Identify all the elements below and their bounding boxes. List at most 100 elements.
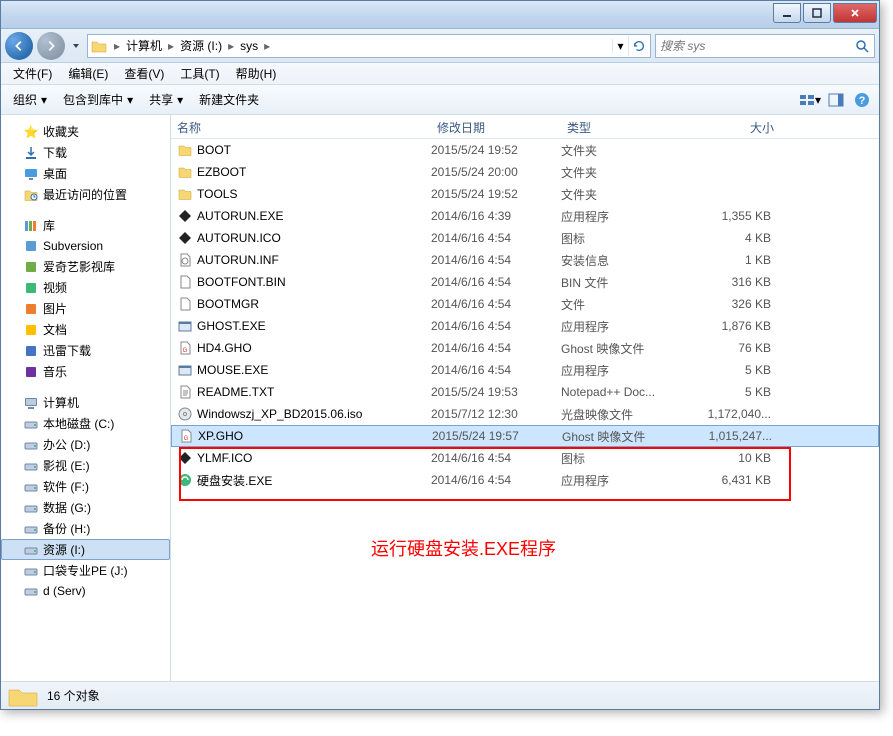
sidebar-item-drive[interactable]: 备份 (H:) — [1, 518, 170, 539]
file-size: 10 KB — [681, 451, 781, 465]
minimize-button[interactable] — [773, 3, 801, 23]
col-name[interactable]: 名称 — [171, 115, 431, 138]
nav-icon — [23, 301, 39, 317]
file-row[interactable]: BOOTFONT.BIN 2014/6/16 4:54 BIN 文件 316 K… — [171, 271, 879, 293]
file-row[interactable]: BOOT 2015/5/24 19:52 文件夹 — [171, 139, 879, 161]
drive-icon — [23, 479, 39, 495]
sidebar-item[interactable]: 图片 — [1, 298, 170, 319]
crumb-drive[interactable]: 资源 (I:) — [176, 37, 226, 54]
search-input[interactable] — [660, 39, 854, 53]
address-dropdown[interactable]: ▾ — [612, 39, 628, 53]
libraries-header[interactable]: 库 — [1, 215, 170, 236]
nav-pane[interactable]: ⭐收藏夹 下载桌面最近访问的位置 库 Subversion爱奇艺影视库视频图片文… — [1, 115, 171, 681]
col-size[interactable]: 大小 — [681, 115, 781, 138]
sidebar-item[interactable]: 桌面 — [1, 163, 170, 184]
sidebar-item-drive[interactable]: 本地磁盘 (C:) — [1, 413, 170, 434]
sidebar-item-drive[interactable]: 数据 (G:) — [1, 497, 170, 518]
file-row[interactable]: GXP.GHO 2015/5/24 19:57 Ghost 映像文件 1,015… — [171, 425, 879, 447]
share-button[interactable]: 共享 ▾ — [141, 87, 191, 112]
nav-icon — [23, 145, 39, 161]
file-icon — [177, 384, 193, 400]
col-type[interactable]: 类型 — [561, 115, 681, 138]
sidebar-item[interactable]: 文档 — [1, 319, 170, 340]
refresh-button[interactable] — [628, 36, 648, 56]
file-row[interactable]: 硬盘安装.EXE 2014/6/16 4:54 应用程序 6,431 KB — [171, 469, 879, 491]
menu-edit[interactable]: 编辑(E) — [60, 63, 116, 84]
file-row[interactable]: YLMF.ICO 2014/6/16 4:54 图标 10 KB — [171, 447, 879, 469]
help-button[interactable]: ? — [851, 89, 873, 111]
col-date[interactable]: 修改日期 — [431, 115, 561, 138]
file-type: 文件夹 — [561, 164, 681, 181]
file-list[interactable]: 名称 修改日期 类型 大小 BOOT 2015/5/24 19:52 文件夹 E… — [171, 115, 879, 681]
newfolder-button[interactable]: 新建文件夹 — [191, 87, 267, 112]
sidebar-item[interactable]: 视频 — [1, 277, 170, 298]
file-row[interactable]: BOOTMGR 2014/6/16 4:54 文件 326 KB — [171, 293, 879, 315]
file-row[interactable]: AUTORUN.ICO 2014/6/16 4:54 图标 4 KB — [171, 227, 879, 249]
sidebar-item-drive[interactable]: 口袋专业PE (J:) — [1, 560, 170, 581]
file-size: 6,431 KB — [681, 473, 781, 487]
menu-file[interactable]: 文件(F) — [5, 63, 60, 84]
sidebar-item[interactable]: 爱奇艺影视库 — [1, 256, 170, 277]
file-icon — [177, 406, 193, 422]
sidebar-item-drive[interactable]: 资源 (I:) — [1, 539, 170, 560]
address-bar[interactable]: ▸ 计算机 ▸ 资源 (I:) ▸ sys ▸ ▾ — [87, 34, 651, 58]
file-name: YLMF.ICO — [197, 451, 252, 465]
close-button[interactable] — [833, 3, 877, 23]
sidebar-item-drive[interactable]: 办公 (D:) — [1, 434, 170, 455]
libraries-group: 库 Subversion爱奇艺影视库视频图片文档迅雷下载音乐 — [1, 215, 170, 382]
file-date: 2015/5/24 19:52 — [431, 143, 561, 157]
file-icon — [177, 142, 193, 158]
file-type: 应用程序 — [561, 208, 681, 225]
menu-help[interactable]: 帮助(H) — [228, 63, 285, 84]
menu-tools[interactable]: 工具(T) — [172, 63, 227, 84]
file-row[interactable]: AUTORUN.INF 2014/6/16 4:54 安装信息 1 KB — [171, 249, 879, 271]
file-icon — [177, 274, 193, 290]
file-row[interactable]: GHD4.GHO 2014/6/16 4:54 Ghost 映像文件 76 KB — [171, 337, 879, 359]
sidebar-item-drive[interactable]: d (Serv) — [1, 581, 170, 601]
back-button[interactable] — [5, 32, 33, 60]
forward-button[interactable] — [37, 32, 65, 60]
computer-header[interactable]: 计算机 — [1, 392, 170, 413]
file-name: XP.GHO — [198, 429, 243, 443]
file-row[interactable]: EZBOOT 2015/5/24 20:00 文件夹 — [171, 161, 879, 183]
sidebar-item[interactable]: Subversion — [1, 236, 170, 256]
sidebar-item[interactable]: 迅雷下载 — [1, 340, 170, 361]
sidebar-item-drive[interactable]: 影视 (E:) — [1, 455, 170, 476]
file-name: AUTORUN.ICO — [197, 231, 281, 245]
file-name: AUTORUN.EXE — [197, 209, 283, 223]
view-options-button[interactable]: ▾ — [799, 89, 821, 111]
organize-button[interactable]: 组织 ▾ — [5, 87, 55, 112]
sidebar-item[interactable]: 下载 — [1, 142, 170, 163]
file-row[interactable]: GHOST.EXE 2014/6/16 4:54 应用程序 1,876 KB — [171, 315, 879, 337]
drive-icon — [23, 458, 39, 474]
favorites-header[interactable]: ⭐收藏夹 — [1, 121, 170, 142]
sidebar-item[interactable]: 音乐 — [1, 361, 170, 382]
breadcrumb-sep[interactable]: ▸ — [112, 39, 122, 53]
file-row[interactable]: MOUSE.EXE 2014/6/16 4:54 应用程序 5 KB — [171, 359, 879, 381]
library-icon — [23, 218, 39, 234]
file-row[interactable]: Windowszj_XP_BD2015.06.iso 2015/7/12 12:… — [171, 403, 879, 425]
history-dropdown[interactable] — [69, 42, 83, 50]
search-box[interactable] — [655, 34, 875, 58]
drive-icon — [23, 563, 39, 579]
explorer-window: ▸ 计算机 ▸ 资源 (I:) ▸ sys ▸ ▾ 文件(F) 编辑(E) 查看… — [0, 0, 880, 710]
crumb-computer[interactable]: 计算机 — [122, 37, 166, 54]
body: ⭐收藏夹 下载桌面最近访问的位置 库 Subversion爱奇艺影视库视频图片文… — [1, 115, 879, 681]
menu-view[interactable]: 查看(V) — [116, 63, 172, 84]
file-row[interactable]: TOOLS 2015/5/24 19:52 文件夹 — [171, 183, 879, 205]
file-type: 文件夹 — [561, 186, 681, 203]
file-name: 硬盘安装.EXE — [197, 472, 272, 489]
include-button[interactable]: 包含到库中 ▾ — [55, 87, 141, 112]
maximize-button[interactable] — [803, 3, 831, 23]
sidebar-item[interactable]: 最近访问的位置 — [1, 184, 170, 205]
search-icon[interactable] — [854, 38, 870, 54]
file-row[interactable]: AUTORUN.EXE 2014/6/16 4:39 应用程序 1,355 KB — [171, 205, 879, 227]
preview-pane-button[interactable] — [825, 89, 847, 111]
file-row[interactable]: README.TXT 2015/5/24 19:53 Notepad++ Doc… — [171, 381, 879, 403]
file-type: 安装信息 — [561, 252, 681, 269]
file-size: 5 KB — [681, 385, 781, 399]
sidebar-item-drive[interactable]: 软件 (F:) — [1, 476, 170, 497]
crumb-folder[interactable]: sys — [236, 39, 262, 53]
file-date: 2015/7/12 12:30 — [431, 407, 561, 421]
file-size: 326 KB — [681, 297, 781, 311]
